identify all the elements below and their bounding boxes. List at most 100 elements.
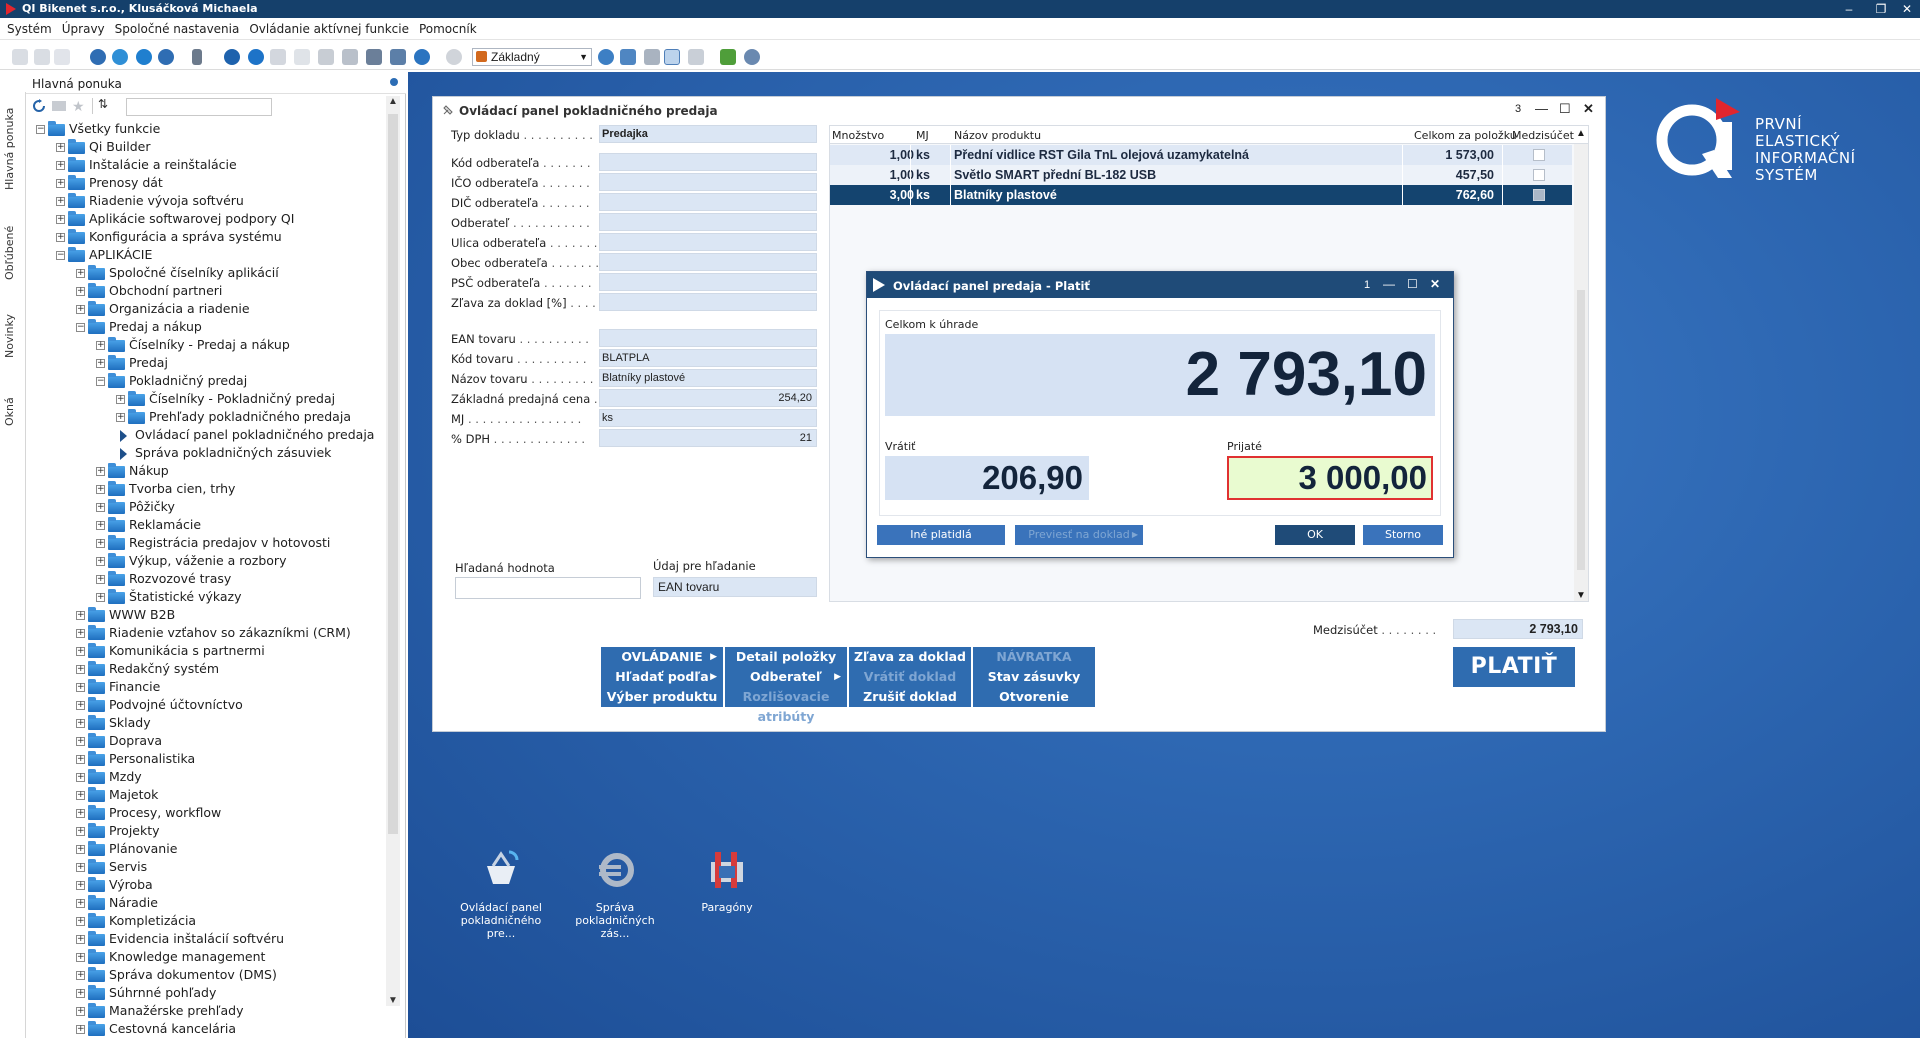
sort-icon[interactable]: ⇅	[98, 97, 108, 111]
expand-toggle-icon[interactable]: +	[76, 287, 85, 296]
field-input[interactable]	[599, 253, 817, 271]
field-input[interactable]	[599, 273, 817, 291]
tree-node[interactable]: + Súhrnné pohľady	[76, 984, 216, 1002]
print-icon[interactable]	[366, 49, 382, 65]
col-header-unit[interactable]: MJ	[916, 129, 929, 142]
field-input[interactable]	[599, 329, 817, 347]
field-input[interactable]: Blatníky plastové	[599, 369, 817, 387]
expand-toggle-icon[interactable]: +	[56, 197, 65, 206]
tree-node[interactable]: + Predaj	[96, 354, 168, 372]
tree-node[interactable]: + Doprava	[76, 732, 162, 750]
field-input[interactable]: ks	[599, 409, 817, 427]
close-button[interactable]: ✕	[1430, 277, 1440, 291]
search-by-select[interactable]: EAN tovaru	[653, 577, 817, 597]
expand-toggle-icon[interactable]: +	[76, 755, 85, 764]
tree-node[interactable]: + Obchodní partneri	[76, 282, 222, 300]
menu-help[interactable]: Pomocník	[414, 18, 482, 40]
copy-icon[interactable]	[12, 49, 28, 65]
collapse-toggle-icon[interactable]: −	[96, 377, 105, 386]
minimize-button[interactable]: –	[1838, 0, 1860, 18]
tree-node[interactable]: + Mzdy	[76, 768, 142, 786]
expand-toggle-icon[interactable]: +	[76, 683, 85, 692]
grid-scrollbar[interactable]: ▲ ▼	[1574, 128, 1588, 601]
expand-toggle-icon[interactable]: +	[76, 305, 85, 314]
desktop-icon-drawer-management[interactable]: Správa pokladničných zás...	[560, 848, 670, 940]
expand-toggle-icon[interactable]: +	[96, 575, 105, 584]
tree-node[interactable]: + Nákup	[96, 462, 169, 480]
expand-toggle-icon[interactable]: +	[116, 413, 125, 422]
col-header-qty[interactable]: Množstvo	[832, 129, 884, 142]
menu-active-function[interactable]: Ovládanie aktívnej funkcie	[244, 18, 414, 40]
search-value-input[interactable]	[455, 577, 641, 599]
tab-favorites[interactable]: Obľúbené	[3, 214, 25, 280]
table-row[interactable]: 1,00 ks Světlo SMART přední BL-182 USB 457,…	[830, 165, 1572, 185]
tree-node[interactable]: − APLIKÁCIE	[56, 246, 152, 264]
eraser-icon[interactable]	[270, 49, 286, 65]
action-button[interactable]: Vrátiť doklad	[849, 667, 971, 687]
col-header-total[interactable]: Celkom za položku	[1414, 129, 1517, 142]
expand-toggle-icon[interactable]: +	[56, 161, 65, 170]
expand-toggle-icon[interactable]: +	[76, 1007, 85, 1016]
expand-toggle-icon[interactable]: +	[96, 521, 105, 530]
subtotal-checkbox[interactable]	[1533, 189, 1545, 201]
expand-toggle-icon[interactable]: +	[76, 989, 85, 998]
user-icon[interactable]	[744, 49, 760, 65]
expand-toggle-icon[interactable]: +	[76, 845, 85, 854]
tree-node[interactable]: + Sklady	[76, 714, 151, 732]
expand-toggle-icon[interactable]: +	[76, 917, 85, 926]
tree-node[interactable]: + Tvorba cien, trhy	[96, 480, 235, 498]
close-button[interactable]: ✕	[1583, 101, 1594, 117]
expand-toggle-icon[interactable]: +	[76, 629, 85, 638]
tree-node[interactable]: + Riadenie vzťahov so zákazníkmi (CRM)	[76, 624, 351, 642]
tree-node[interactable]: + Qi Builder	[56, 138, 151, 156]
action-button[interactable]: NÁVRATKA	[973, 647, 1095, 667]
tree-node[interactable]: + Inštalácie a reinštalácie	[56, 156, 237, 174]
transfer-to-document-button[interactable]: Previesť na doklad ▶	[1015, 525, 1143, 545]
collapse-toggle-icon[interactable]: −	[56, 251, 65, 260]
tree-node[interactable]: + Číselníky - Pokladničný predaj	[116, 390, 335, 408]
expand-toggle-icon[interactable]: +	[76, 269, 85, 278]
action-button[interactable]: Otvorenie zásuvky	[973, 687, 1095, 724]
scroll-down-icon[interactable]: ▼	[386, 995, 400, 1006]
expand-toggle-icon[interactable]: +	[76, 809, 85, 818]
context-help-icon[interactable]	[112, 49, 128, 65]
expand-toggle-icon[interactable]: +	[76, 737, 85, 746]
back-icon[interactable]	[414, 49, 430, 65]
expand-toggle-icon[interactable]: +	[56, 215, 65, 224]
scroll-down-icon[interactable]: ▼	[1574, 590, 1588, 601]
expand-toggle-icon[interactable]: +	[76, 881, 85, 890]
confirm-icon[interactable]	[248, 49, 264, 65]
close-button[interactable]: ✕	[1896, 0, 1918, 18]
tree-node[interactable]: + Podvojné účtovníctvo	[76, 696, 243, 714]
field-input[interactable]	[599, 293, 817, 311]
tree-node[interactable]: − Predaj a nákup	[76, 318, 202, 336]
pay-button[interactable]: PLATIŤ	[1453, 647, 1575, 687]
tree-node[interactable]: − Pokladničný predaj	[96, 372, 247, 390]
expand-toggle-icon[interactable]: +	[76, 611, 85, 620]
filter-icon[interactable]	[318, 49, 334, 65]
tree-node[interactable]: + Evidencia inštalácií softvéru	[76, 930, 284, 948]
collapse-toggle-icon[interactable]: −	[76, 323, 85, 332]
expand-toggle-icon[interactable]: +	[116, 395, 125, 404]
toggle-panel-icon[interactable]	[664, 49, 680, 65]
subtotal-checkbox[interactable]	[1533, 169, 1545, 181]
minimize-button[interactable]: —	[1383, 277, 1395, 291]
maximize-button[interactable]: ☐	[1559, 101, 1571, 117]
action-button[interactable]: Rozlišovacie atribúty	[725, 687, 847, 724]
tree-node[interactable]: + Správa dokumentov (DMS)	[76, 966, 277, 984]
expand-toggle-icon[interactable]: +	[76, 773, 85, 782]
field-input[interactable]	[599, 193, 817, 211]
expand-toggle-icon[interactable]: +	[56, 233, 65, 242]
expand-toggle-icon[interactable]: +	[56, 143, 65, 152]
collapse-toggle-icon[interactable]: −	[36, 125, 45, 134]
tree-node[interactable]: + WWW B2B	[76, 606, 175, 624]
tree-node[interactable]: + Riadenie vývoja softvéru	[56, 192, 244, 210]
desktop-icon-receipts[interactable]: Paragóny	[672, 848, 782, 914]
expand-toggle-icon[interactable]: +	[96, 485, 105, 494]
action-button[interactable]: Detail položky	[725, 647, 847, 667]
table-row[interactable]: 3,00 ks Blatníky plastové 762,60	[830, 185, 1572, 205]
scroll-up-icon[interactable]: ▲	[386, 96, 400, 107]
action-button[interactable]: OVLÁDANIE ▶	[601, 647, 723, 667]
expand-toggle-icon[interactable]: +	[76, 863, 85, 872]
export-icon[interactable]	[390, 49, 406, 65]
